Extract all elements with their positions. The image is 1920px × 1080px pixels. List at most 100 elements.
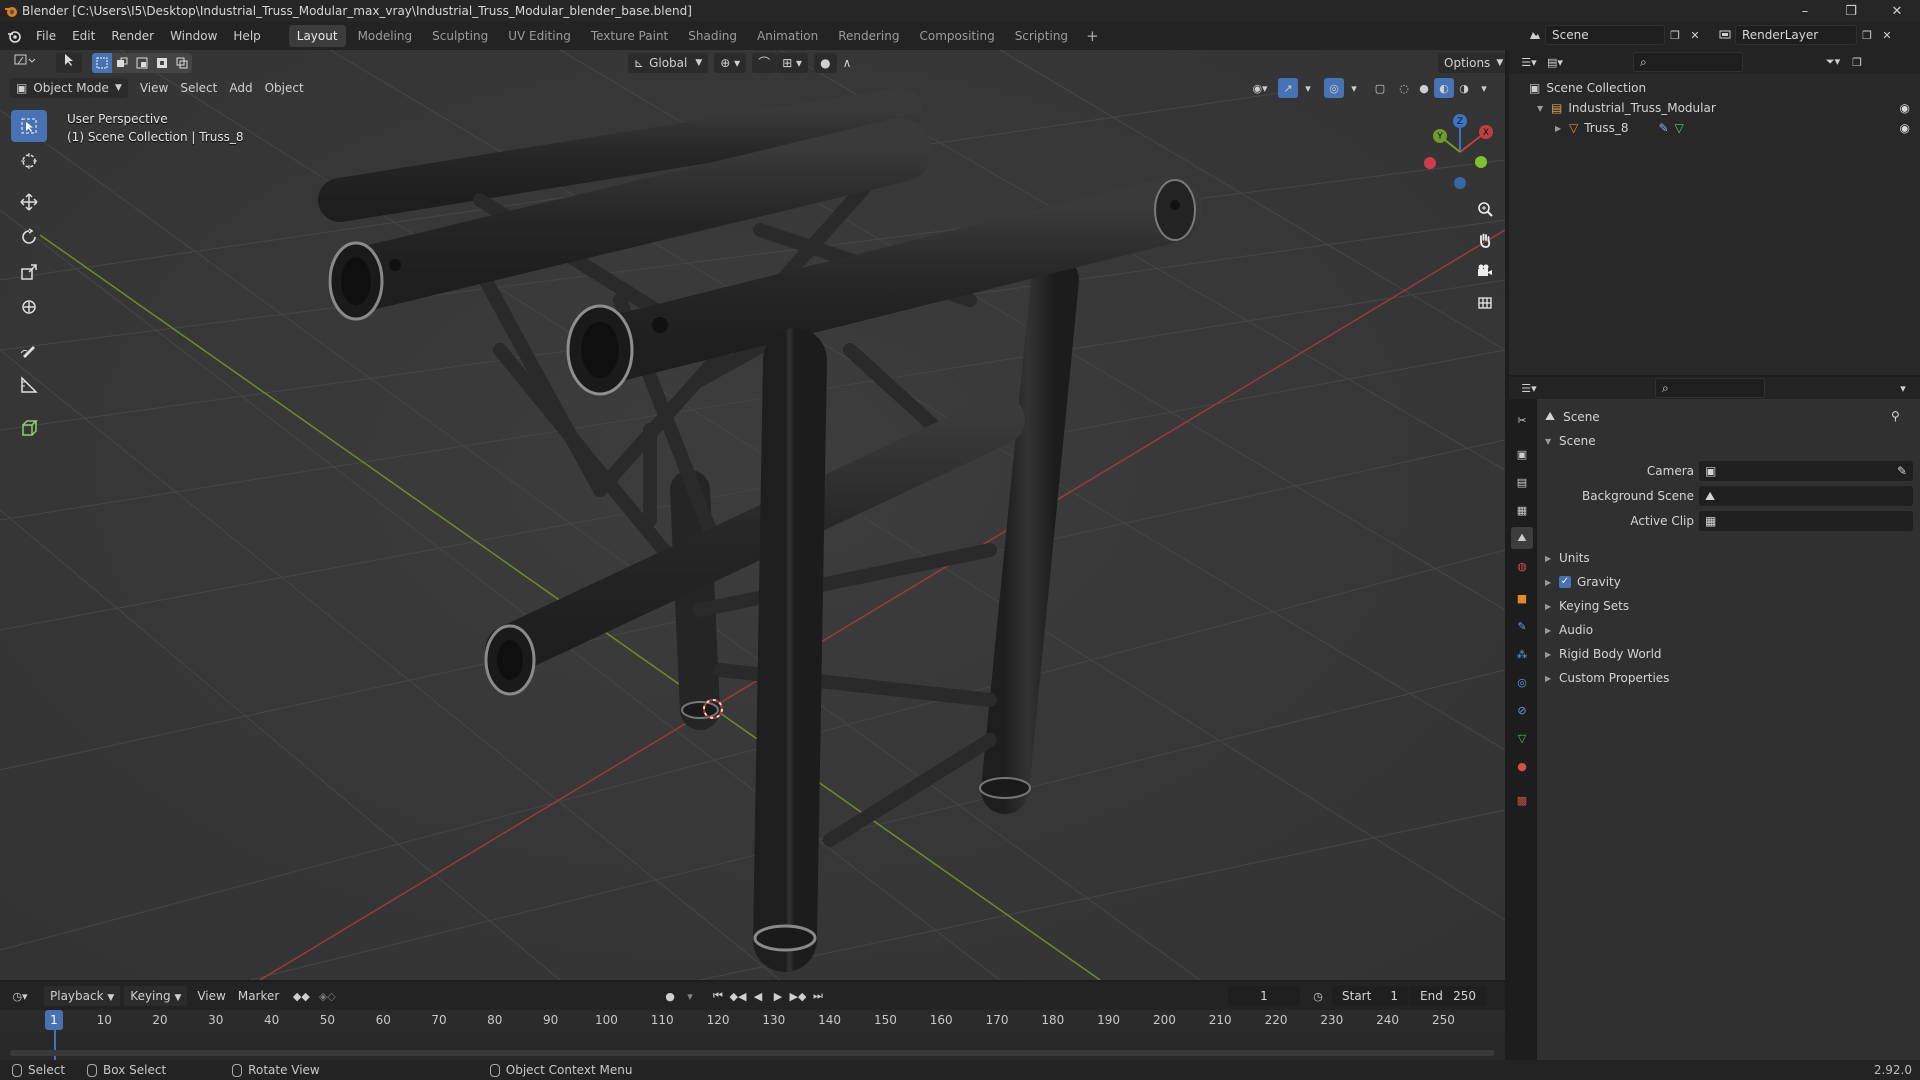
viewport-menu-select[interactable]: Select <box>174 78 223 98</box>
xray-toggle-icon[interactable]: ▢ <box>1370 78 1390 98</box>
overlays-dropdown-icon[interactable]: ▾ <box>1344 78 1364 98</box>
start-frame-field[interactable]: Start 1 <box>1332 986 1408 1006</box>
shading-dropdown-icon[interactable]: ▾ <box>1474 78 1494 98</box>
pan-hand-icon[interactable] <box>1472 227 1498 253</box>
display-mode-icon[interactable]: ▤▾ <box>1545 52 1565 72</box>
tab-modeling[interactable]: Modeling <box>350 25 421 47</box>
rotate-icon[interactable] <box>11 221 47 253</box>
camera-view-icon[interactable] <box>1472 258 1498 284</box>
properties-options-icon[interactable]: ▾ <box>1893 378 1913 398</box>
viewport-menu-add[interactable]: Add <box>223 78 258 98</box>
play-reverse-icon[interactable]: ◀ <box>748 986 768 1006</box>
timeline-editor-type-icon[interactable]: ◷▾ <box>10 986 30 1006</box>
keying-dropdown[interactable]: Keying ▼ <box>124 986 188 1006</box>
select-new-icon[interactable] <box>92 53 112 73</box>
keying-sets-panel[interactable]: ▶ Keying Sets <box>1545 595 1629 617</box>
rendered-shading-icon[interactable]: ◑ <box>1454 78 1474 98</box>
outliner-editor-type-icon[interactable]: ☰▾ <box>1519 52 1539 72</box>
audio-panel[interactable]: ▶ Audio <box>1545 619 1593 641</box>
3d-viewport[interactable]: ⊾ Global ▼ ⊕ ▾ ⌒ ⊞ ▾ ● ∧ Options ▼ ▣ Obj… <box>0 50 1505 980</box>
background-scene-field[interactable]: ⛰ <box>1699 486 1913 506</box>
texture-tab-icon[interactable]: ▩ <box>1511 789 1533 811</box>
material-tab-icon[interactable]: ● <box>1511 755 1533 777</box>
scene-panel-header[interactable]: ▼ Scene <box>1545 434 1596 448</box>
select-box-icon[interactable] <box>11 110 47 142</box>
current-frame-field[interactable]: 1 <box>1228 986 1300 1006</box>
tab-compositing[interactable]: Compositing <box>911 25 1002 47</box>
properties-search-input[interactable]: ⌕ <box>1655 378 1765 398</box>
minimize-button[interactable]: – <box>1782 0 1828 22</box>
end-frame-field[interactable]: End 250 <box>1410 986 1486 1006</box>
menu-help[interactable]: Help <box>225 25 268 47</box>
blender-menu-icon[interactable] <box>0 26 28 46</box>
play-icon[interactable]: ▶ <box>768 986 788 1006</box>
viewport-menu-object[interactable]: Object <box>259 78 310 98</box>
jump-start-icon[interactable]: ⏮ <box>708 986 728 1006</box>
tab-shading[interactable]: Shading <box>680 25 745 47</box>
close-button[interactable]: ✕ <box>1874 0 1920 22</box>
preview-range-icon[interactable]: ◷ <box>1308 986 1328 1006</box>
move-icon[interactable] <box>11 186 47 218</box>
viewport-menu-view[interactable]: View <box>134 78 174 98</box>
units-panel[interactable]: ▶ Units <box>1545 547 1590 569</box>
cursor-icon[interactable] <box>11 145 47 177</box>
pin-icon[interactable]: ⚲ <box>1891 409 1900 423</box>
expand-down-icon[interactable]: ▼ <box>1537 104 1551 113</box>
proportional-falloff-icon[interactable]: ∧ <box>837 53 858 73</box>
solid-shading-icon[interactable]: ● <box>1414 78 1434 98</box>
select-subtract-icon[interactable] <box>132 53 152 73</box>
overlays-toggle-icon[interactable]: ◎ <box>1324 78 1344 98</box>
orthographic-toggle-icon[interactable] <box>1472 289 1498 315</box>
scale-icon[interactable] <box>11 256 47 288</box>
modifier-tab-icon[interactable]: ✎ <box>1511 615 1533 637</box>
object-mode-dropdown[interactable]: ▣ Object Mode ▼ <box>10 78 128 98</box>
expand-right-icon[interactable]: ▶ <box>1555 124 1569 133</box>
menu-render[interactable]: Render <box>103 25 162 47</box>
filter-icon[interactable]: ⏷▾ <box>1823 52 1843 72</box>
menu-edit[interactable]: Edit <box>64 25 103 47</box>
object-tab-icon[interactable]: ■ <box>1511 587 1533 609</box>
physics-tab-icon[interactable]: ◎ <box>1511 671 1533 693</box>
jump-end-icon[interactable]: ⏭ <box>808 986 828 1006</box>
output-tab-icon[interactable]: ▤ <box>1511 471 1533 493</box>
view-layer-icon[interactable] <box>1715 25 1735 45</box>
tab-texture-paint[interactable]: Texture Paint <box>583 25 676 47</box>
visibility-icon[interactable]: ◉▾ <box>1250 78 1270 98</box>
view-layer-field[interactable]: RenderLayer <box>1735 25 1857 45</box>
transform-orientation-dropdown[interactable]: ⊾ Global ▼ <box>628 53 709 73</box>
auto-keying-icon[interactable]: ● <box>660 986 680 1006</box>
pivot-point-icon[interactable]: ⊕ ▾ <box>714 53 747 73</box>
add-workspace-icon[interactable]: + <box>1080 27 1105 45</box>
transform-icon[interactable] <box>11 291 47 323</box>
scene-field[interactable]: Scene <box>1545 25 1665 45</box>
timeline-scrollbar[interactable] <box>10 1050 1495 1056</box>
remove-view-layer-icon[interactable]: ✕ <box>1877 25 1897 45</box>
tab-uv-editing[interactable]: UV Editing <box>500 25 579 47</box>
tree-row-collection[interactable]: ▼ ▤ Industrial_Truss_Modular ◉ <box>1509 98 1920 118</box>
jump-prev-keyframe-icon[interactable]: ◆◀ <box>728 986 748 1006</box>
auto-keying-dropdown-icon[interactable]: ▾ <box>680 986 700 1006</box>
playback-dropdown[interactable]: Playback ▼ <box>44 986 121 1006</box>
tool-tab-icon[interactable]: ✂ <box>1511 409 1533 431</box>
properties-editor-type-icon[interactable]: ☰▾ <box>1519 378 1539 398</box>
constraints-tab-icon[interactable]: ⊘ <box>1511 699 1533 721</box>
select-extend-icon[interactable] <box>112 53 132 73</box>
camera-field[interactable]: ▣ ✎ <box>1699 461 1913 481</box>
menu-window[interactable]: Window <box>162 25 225 47</box>
tab-layout[interactable]: Layout <box>288 25 346 47</box>
world-tab-icon[interactable]: ◍ <box>1511 555 1533 577</box>
tab-scripting[interactable]: Scripting <box>1007 25 1076 47</box>
gizmo-toggle-icon[interactable]: ↗ <box>1278 78 1298 98</box>
timeline-menu-marker[interactable]: Marker <box>232 986 285 1006</box>
render-tab-icon[interactable]: ▣ <box>1511 443 1533 465</box>
keyframe-prev-icon[interactable]: ◆◆ <box>291 986 311 1006</box>
new-view-layer-icon[interactable]: ❐ <box>1857 25 1877 45</box>
snap-target-icon[interactable]: ⊞ ▾ <box>776 53 809 73</box>
playhead-frame-indicator[interactable]: 1 <box>45 1010 63 1030</box>
add-cube-icon[interactable] <box>11 412 47 444</box>
scene-selector-icon[interactable] <box>1525 25 1545 45</box>
zoom-icon[interactable] <box>1472 196 1498 222</box>
visibility-eye-icon[interactable]: ◉ <box>1900 121 1910 135</box>
maximize-button[interactable]: ❐ <box>1828 0 1874 22</box>
gravity-panel[interactable]: ▶ ✓ Gravity <box>1545 571 1621 593</box>
